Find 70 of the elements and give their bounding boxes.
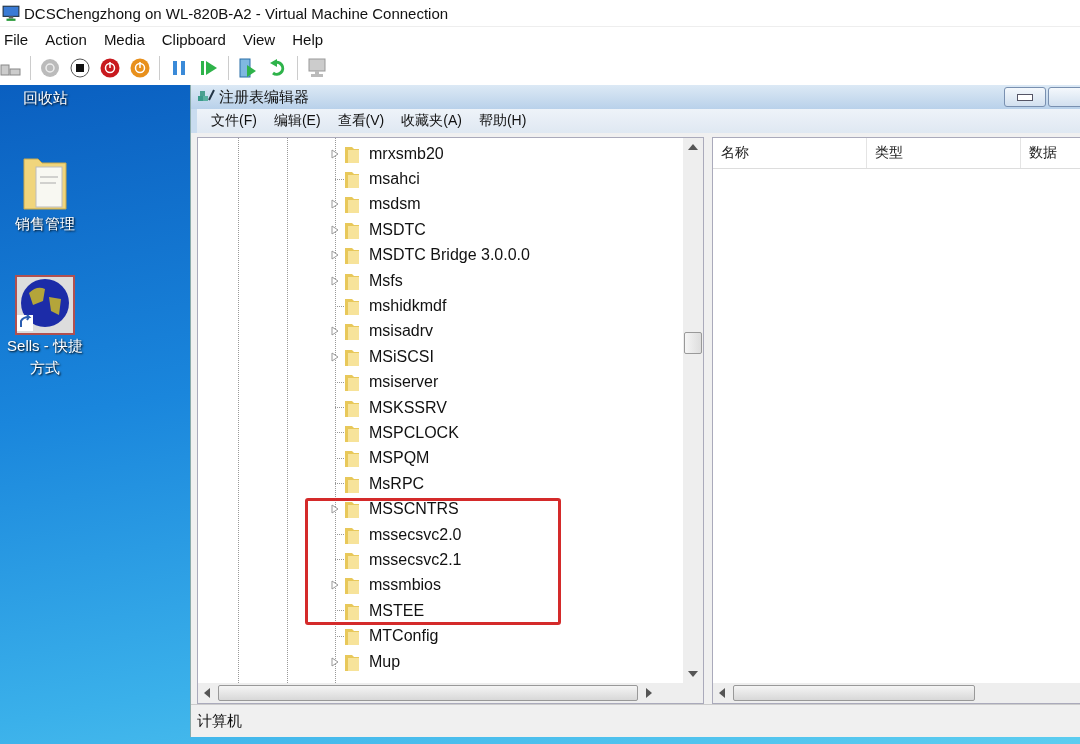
stop-icon[interactable]	[69, 57, 91, 79]
monitor-icon[interactable]	[306, 57, 328, 79]
registry-key[interactable]: mssmbios	[369, 576, 441, 595]
registry-key[interactable]: MSTEE	[369, 601, 425, 620]
expand-arrow-icon[interactable]	[331, 504, 339, 515]
registry-key[interactable]: MTConfig	[369, 627, 439, 646]
expand-arrow-icon[interactable]	[331, 224, 339, 235]
expand-arrow-icon[interactable]	[331, 199, 339, 210]
power-off-icon[interactable]	[99, 57, 121, 79]
registry-key[interactable]: Msfs	[369, 271, 403, 290]
scroll-left-icon[interactable]	[204, 688, 210, 698]
menu-item[interactable]: Clipboard	[161, 30, 226, 48]
column-header[interactable]: 名称	[713, 138, 867, 168]
monitor-icon	[2, 4, 20, 22]
scroll-down-icon[interactable]	[688, 671, 698, 677]
menu-item[interactable]: View	[242, 30, 276, 48]
registry-key[interactable]: MSiSCSI	[369, 347, 434, 366]
column-header[interactable]: 类型	[867, 138, 1021, 168]
registry-key[interactable]: MSPQM	[369, 449, 430, 468]
expand-arrow-icon[interactable]	[331, 656, 339, 667]
menu-item[interactable]: File	[4, 30, 29, 48]
menu-item[interactable]: 帮助(H)	[478, 112, 527, 130]
desktop-icon-label[interactable]: Sells - 快捷方式	[7, 335, 83, 379]
minimize-button[interactable]	[1004, 87, 1046, 107]
menu-item[interactable]: Help	[292, 30, 324, 48]
registry-key[interactable]: msisadrv	[369, 322, 433, 341]
menu-item[interactable]: 查看(V)	[337, 112, 385, 130]
vertical-scrollbar[interactable]	[683, 138, 703, 683]
desktop-icon-label[interactable]: 回收站	[7, 87, 83, 109]
menu-item[interactable]: 编辑(E)	[273, 112, 321, 130]
horizontal-scrollbar[interactable]	[713, 683, 1080, 703]
globe-shortcut-icon[interactable]	[15, 275, 75, 335]
registry-key[interactable]: msiserver	[369, 373, 439, 392]
horizontal-scrollbar[interactable]	[198, 683, 703, 703]
window-title: 注册表编辑器	[219, 87, 309, 107]
expand-arrow-icon[interactable]	[331, 250, 339, 261]
registry-key[interactable]: msahci	[369, 170, 420, 189]
scroll-left-icon[interactable]	[719, 688, 725, 698]
window-title: DCSChengzhong on WL-820B-A2 - Virtual Machine Connection	[24, 4, 449, 22]
folder-icon[interactable]	[343, 499, 361, 520]
registry-key[interactable]: MSDTC	[369, 220, 426, 239]
menu-item[interactable]: 收藏夹(A)	[401, 112, 462, 130]
column-header[interactable]: 数据	[1021, 138, 1080, 168]
expand-arrow-icon[interactable]	[331, 580, 339, 591]
menu-item[interactable]: 文件(F)	[211, 112, 257, 130]
maximize-button[interactable]	[1048, 87, 1080, 107]
registry-key[interactable]: msdsm	[369, 195, 421, 214]
menu-item[interactable]: Action	[45, 30, 87, 48]
registry-key[interactable]: MsRPC	[369, 474, 425, 493]
desktop-icon-label[interactable]: 销售管理	[7, 213, 83, 235]
shutdown-icon[interactable]	[129, 57, 151, 79]
registry-key[interactable]: MSKSSRV	[369, 398, 447, 417]
expand-arrow-icon[interactable]	[331, 351, 339, 362]
expand-arrow-icon[interactable]	[331, 148, 339, 159]
expand-arrow-icon[interactable]	[331, 275, 339, 286]
registry-key[interactable]: mrxsmb20	[369, 144, 444, 163]
registry-key[interactable]: Mup	[369, 652, 401, 671]
registry-key[interactable]: mssecsvc2.1	[369, 550, 462, 569]
scroll-up-icon[interactable]	[688, 144, 698, 150]
registry-key[interactable]: mssecsvc2.0	[369, 525, 462, 544]
registry-key[interactable]: MSDTC Bridge 3.0.0.0	[369, 246, 530, 265]
expand-arrow-icon[interactable]	[331, 326, 339, 337]
menu-item[interactable]: Media	[103, 30, 145, 48]
status-text: 计算机	[197, 711, 242, 731]
scroll-thumb[interactable]	[684, 332, 702, 354]
registry-key[interactable]: mshidkmdf	[369, 297, 447, 316]
start-button-icon[interactable]	[39, 57, 61, 79]
registry-key[interactable]: MSPCLOCK	[369, 424, 459, 442]
registry-key[interactable]: MSSCNTRS	[369, 500, 459, 519]
scroll-right-icon[interactable]	[646, 688, 652, 698]
